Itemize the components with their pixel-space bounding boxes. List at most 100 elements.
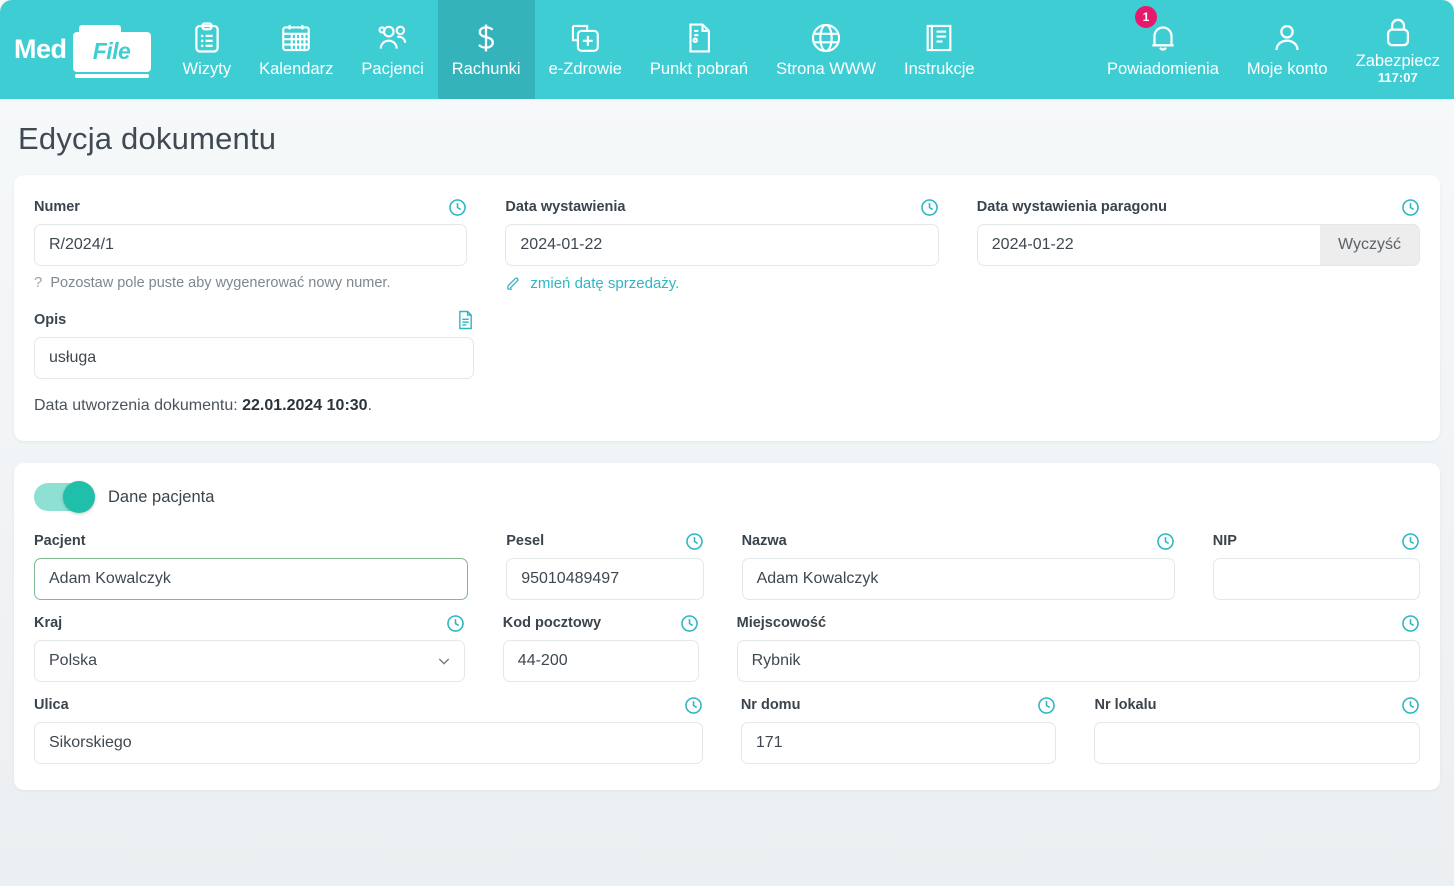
patient-row-2: Kraj Polska Kod pocztowy 44-200 Miejscow… <box>34 613 1420 682</box>
label-text: Data wystawienia <box>505 199 626 215</box>
clock-icon[interactable] <box>1037 696 1056 715</box>
patient-card: Dane pacjenta Pacjent Adam Kowalczyk Pes… <box>14 463 1440 790</box>
nr-lokalu-input[interactable] <box>1094 722 1420 764</box>
nav-item-rachunki[interactable]: Rachunki <box>437 0 535 99</box>
nav-label: Powiadomienia <box>1106 60 1219 79</box>
nav-item-kalendarz[interactable]: Kalendarz <box>245 0 347 99</box>
clock-icon[interactable] <box>446 614 465 633</box>
clock-icon[interactable] <box>1401 696 1420 715</box>
field-pesel: Pesel 95010489497 <box>506 531 741 600</box>
label-text: Opis <box>34 312 67 328</box>
clear-button[interactable]: Wyczyść <box>1320 224 1421 266</box>
label-nr-domu: Nr domu <box>741 695 1057 715</box>
label-text: Kraj <box>34 615 63 631</box>
clock-icon[interactable] <box>1401 198 1420 217</box>
numer-hint: ? Pozostaw pole puste aby wygenerować no… <box>34 274 467 291</box>
patient-row-1: Pacjent Adam Kowalczyk Pesel 95010489497… <box>34 531 1420 600</box>
field-nip: NIP <box>1212 531 1420 600</box>
label-data-paragonu: Data wystawienia paragonu <box>977 197 1420 217</box>
field-miejscowosc: Miejscowość Rybnik <box>736 613 1420 682</box>
document-row-1: Numer R/2024/1 ? Pozostaw pole puste aby… <box>34 197 1421 292</box>
clock-icon[interactable] <box>684 696 703 715</box>
field-kod-pocztowy: Kod pocztowy 44-200 <box>502 613 737 682</box>
miejscowosc-input[interactable]: Rybnik <box>736 640 1420 682</box>
opis-input[interactable]: usługa <box>34 337 474 379</box>
kraj-select[interactable]: Polska <box>34 640 465 682</box>
document-icon <box>689 23 710 53</box>
nav-item-zabezpiecz[interactable]: Zabezpiecz 117:07 <box>1342 0 1454 99</box>
nav-item-moje-konto[interactable]: Moje konto <box>1233 0 1342 99</box>
kraj-value: Polska <box>49 652 98 669</box>
clock-icon[interactable] <box>1401 614 1420 633</box>
help-icon: ? <box>34 274 43 291</box>
lock-icon <box>1386 18 1409 47</box>
nr-domu-input[interactable]: 171 <box>740 722 1057 764</box>
nav-item-e-zdrowie[interactable]: e-Zdrowie <box>535 0 636 99</box>
label-text: Numer <box>34 199 80 215</box>
nav-item-pacjenci[interactable]: Pacjenci <box>347 0 437 99</box>
patient-data-toggle-label: Dane pacjenta <box>108 487 215 506</box>
label-text: Pesel <box>506 533 545 549</box>
label-pacjent: Pacjent <box>34 531 468 551</box>
label-text: NIP <box>1212 533 1237 549</box>
data-paragonu-input[interactable]: 2024-01-22 <box>976 224 1321 266</box>
nav-item-punkt-pobran[interactable]: Punkt pobrań <box>636 0 762 99</box>
label-text: Nr domu <box>740 697 801 713</box>
clock-icon[interactable] <box>685 532 704 551</box>
label-pesel: Pesel <box>506 531 703 551</box>
nazwa-input[interactable]: Adam Kowalczyk <box>741 558 1175 600</box>
field-ulica: Ulica Sikorskiego <box>34 695 741 764</box>
data-wystawienia-input[interactable]: 2024-01-22 <box>505 224 939 266</box>
patient-row-3: Ulica Sikorskiego Nr domu 171 Nr lokalu <box>34 695 1420 764</box>
brand-file-text: File <box>92 38 131 64</box>
main-navbar: Med File Wizyty Kalendarz Pacjenci Rachu… <box>0 0 1454 99</box>
notification-badge: 1 <box>1134 6 1157 28</box>
user-icon <box>1275 25 1299 51</box>
label-numer: Numer <box>34 197 467 217</box>
field-data-paragonu: Data wystawienia paragonu 2024-01-22 Wyc… <box>976 197 1421 292</box>
nav-item-wizyty[interactable]: Wizyty <box>169 0 246 99</box>
label-text: Nazwa <box>741 533 787 549</box>
nav-item-instrukcje[interactable]: Instrukcje <box>890 0 989 99</box>
clock-icon[interactable] <box>448 198 467 217</box>
patient-data-toggle[interactable] <box>34 481 95 513</box>
created-suffix: . <box>367 397 373 414</box>
clock-icon[interactable] <box>1156 532 1175 551</box>
session-timer: 117:07 <box>1377 70 1418 86</box>
field-nr-domu: Nr domu 171 <box>740 695 1095 764</box>
label-text: Kod pocztowy <box>502 615 602 631</box>
page-title: Edycja dokumentu <box>18 121 277 156</box>
field-nr-lokalu: Nr lokalu <box>1094 695 1420 764</box>
ulica-input[interactable]: Sikorskiego <box>34 722 703 764</box>
label-text: Miejscowość <box>736 615 827 631</box>
description-icon[interactable] <box>457 310 474 330</box>
chevron-down-icon <box>438 658 449 665</box>
nav-label: Strona WWW <box>776 60 876 79</box>
document-card: Numer R/2024/1 ? Pozostaw pole puste aby… <box>14 175 1440 441</box>
label-text: Data wystawienia paragonu <box>976 199 1167 215</box>
nav-label: Punkt pobrań <box>649 60 749 79</box>
clock-icon[interactable] <box>1401 532 1420 551</box>
nav-item-strona-www[interactable]: Strona WWW <box>762 0 890 99</box>
label-data-wystawienia: Data wystawienia <box>505 197 938 217</box>
nip-input[interactable] <box>1212 558 1420 600</box>
numer-input[interactable]: R/2024/1 <box>34 224 468 266</box>
globe-icon <box>811 24 841 53</box>
change-sale-date-link[interactable]: zmień datę sprzedaży. <box>505 275 938 292</box>
clipboard-icon <box>195 22 219 53</box>
kod-pocztowy-input[interactable]: 44-200 <box>502 640 699 682</box>
brand-logo[interactable]: Med File <box>0 0 169 99</box>
nav-label: Rachunki <box>451 60 521 79</box>
clock-icon[interactable] <box>680 614 699 633</box>
nav-label: Zabezpiecz <box>1355 51 1440 70</box>
clock-icon[interactable] <box>920 198 939 217</box>
pacjent-input[interactable]: Adam Kowalczyk <box>34 558 469 600</box>
nav-label: Moje konto <box>1246 60 1328 79</box>
nav-label: Instrukcje <box>904 60 975 79</box>
nav-item-powiadomienia[interactable]: 1 Powiadomienia <box>1093 0 1233 99</box>
brand-med-text: Med <box>14 34 67 64</box>
dollar-icon <box>478 24 495 52</box>
patient-data-toggle-row: Dane pacjenta <box>34 481 1420 513</box>
pesel-input[interactable]: 95010489497 <box>506 558 704 600</box>
